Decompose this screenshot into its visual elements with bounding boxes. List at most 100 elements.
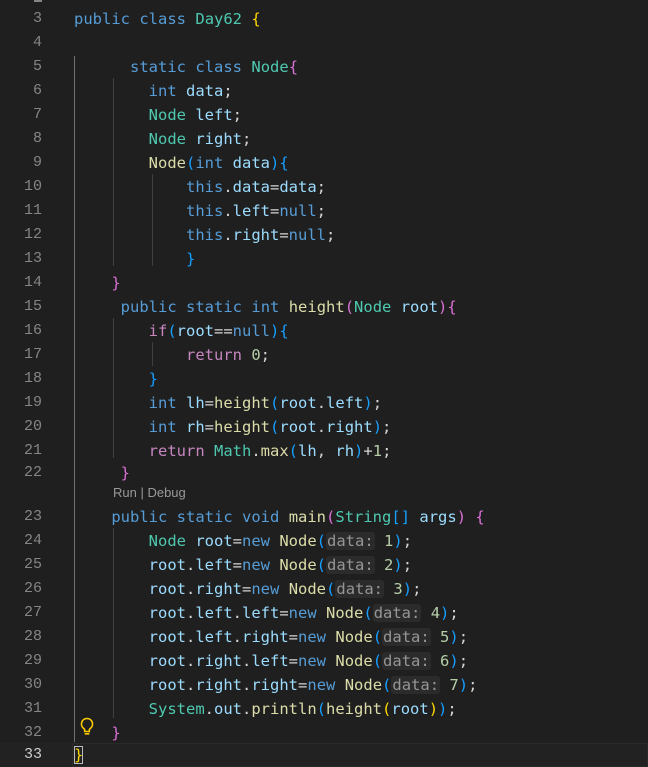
code-token: right [232,226,280,244]
code-token: . [204,700,214,718]
code-token: data [186,82,224,100]
code-token: ; [449,604,459,622]
line-code[interactable]: public class Day62 { [74,7,261,31]
code-line[interactable]: 19 int lh=height(root.left); [0,391,648,415]
line-code[interactable]: } [74,461,130,485]
line-code[interactable]: this.left=null; [74,199,326,223]
code-line[interactable]: 32 } [0,721,648,745]
code-token: root [148,580,186,598]
code-token: ; [447,700,457,718]
code-line[interactable]: 25 root.left=new Node(data: 2); [0,553,648,577]
code-token: this [185,178,224,196]
code-token: ) [456,508,467,526]
code-token: { [475,508,485,526]
code-line[interactable]: 13 } [0,247,648,271]
code-line[interactable]: 24 Node root=new Node(data: 1); [0,529,648,553]
code-line[interactable]: 27 root.left.left=new Node(data: 4); [0,601,648,625]
line-code[interactable]: int lh=height(root.left); [74,391,382,415]
line-code[interactable]: Node left; [74,103,242,127]
code-token: [] [391,508,411,526]
code-line[interactable]: 17 return 0; [0,343,648,367]
code-line[interactable]: 26 root.right=new Node(data: 3); [0,577,648,601]
code-token: class [139,10,187,28]
code-token: } [111,724,121,742]
code-token: right [195,676,242,694]
line-code[interactable]: root.left=new Node(data: 2); [74,553,412,577]
line-code[interactable]: public static int height(Node root){ [74,295,457,319]
line-code[interactable]: Node right; [74,127,252,151]
code-line[interactable]: 3 public class Day62 { [0,7,648,31]
code-line[interactable]: 16 if(root==null){ [0,319,648,343]
code-token: if [148,322,168,340]
line-code[interactable]: System.out.println(height(root)); [74,697,457,721]
code-line[interactable]: 15 public static int height(Node root){ [0,295,648,319]
code-token: Node [279,556,317,574]
code-token: height [288,298,345,316]
code-token: ) [402,580,413,598]
code-token: root [148,556,186,574]
code-line[interactable]: 9 Node(int data){ [0,151,648,175]
line-code[interactable]: this.right=null; [74,223,335,247]
code-token: . [242,652,252,670]
code-editor[interactable]: Run | Debug 3 public class Day62 {4 5 stat… [0,0,648,767]
code-line[interactable]: 28 root.left.right=new Node(data: 5); [0,625,648,649]
code-line[interactable]: 6 int data; [0,79,648,103]
line-code[interactable]: root.right=new Node(data: 3); [74,577,421,601]
code-token: Node [279,532,317,550]
line-code[interactable]: int rh=height(root.right); [74,415,392,439]
line-code[interactable]: this.data=data; [74,175,326,199]
code-token: right [326,418,373,436]
line-code[interactable]: return 0; [74,343,270,367]
line-code[interactable]: } [74,721,121,745]
code-token: } [111,274,121,292]
line-code[interactable]: } [74,271,121,295]
code-line[interactable]: 30 root.right.right=new Node(data: 7); [0,673,648,697]
line-code[interactable]: public static void main(String[] args) { [74,505,485,529]
line-code[interactable]: static class Node{ [74,55,298,79]
code-line[interactable]: 12 this.right=null; [0,223,648,247]
code-line[interactable]: 20 int rh=height(root.right); [0,415,648,439]
line-code[interactable]: root.right.left=new Node(data: 6); [74,649,468,673]
codelens-run-debug[interactable]: Run | Debug [113,482,186,504]
line-code[interactable]: Node(int data){ [74,151,289,175]
line-code[interactable]: if(root==null){ [74,319,289,343]
line-code[interactable]: } [74,367,158,391]
code-token: ; [316,178,326,196]
line-number: 17 [23,346,42,363]
code-line[interactable]: 4 [0,31,648,55]
code-token: int [251,298,280,316]
code-line[interactable]: 22 } [0,461,648,485]
code-line[interactable]: 21 return Math.max(lh, rh)+1; [0,439,648,463]
code-line[interactable]: 8 Node right; [0,127,648,151]
code-token: ( [372,628,383,646]
code-token: new [298,652,327,670]
code-token: Node [354,298,392,316]
code-line[interactable]: 29 root.right.left=new Node(data: 6); [0,649,648,673]
line-code[interactable]: int data; [74,79,233,103]
line-code[interactable]: } [74,247,195,271]
code-line[interactable]: 31 System.out.println(height(root)); [0,697,648,721]
code-token: ; [326,226,336,244]
code-token: new [288,604,317,622]
code-line[interactable]: 33} [0,743,648,767]
code-line[interactable]: 14 } [0,271,648,295]
code-line[interactable]: 7 Node left; [0,103,648,127]
code-token: { [288,58,299,76]
parameter-hint: data: [382,628,431,646]
line-code[interactable]: root.left.right=new Node(data: 5); [74,625,468,649]
line-code[interactable]: Node root=new Node(data: 1); [74,529,412,553]
code-line[interactable]: 18 } [0,367,648,391]
line-code[interactable]: root.right.right=new Node(data: 7); [74,673,477,697]
code-line[interactable]: 23 public static void main(String[] args… [0,505,648,529]
code-line[interactable]: 11 this.left=null; [0,199,648,223]
code-line[interactable]: 5 static class Node{ [0,55,648,79]
line-code[interactable]: return Math.max(lh, rh)+1; [74,439,392,463]
code-line[interactable]: 10 this.data=data; [0,175,648,199]
line-code[interactable]: root.left.left=new Node(data: 4); [74,601,459,625]
